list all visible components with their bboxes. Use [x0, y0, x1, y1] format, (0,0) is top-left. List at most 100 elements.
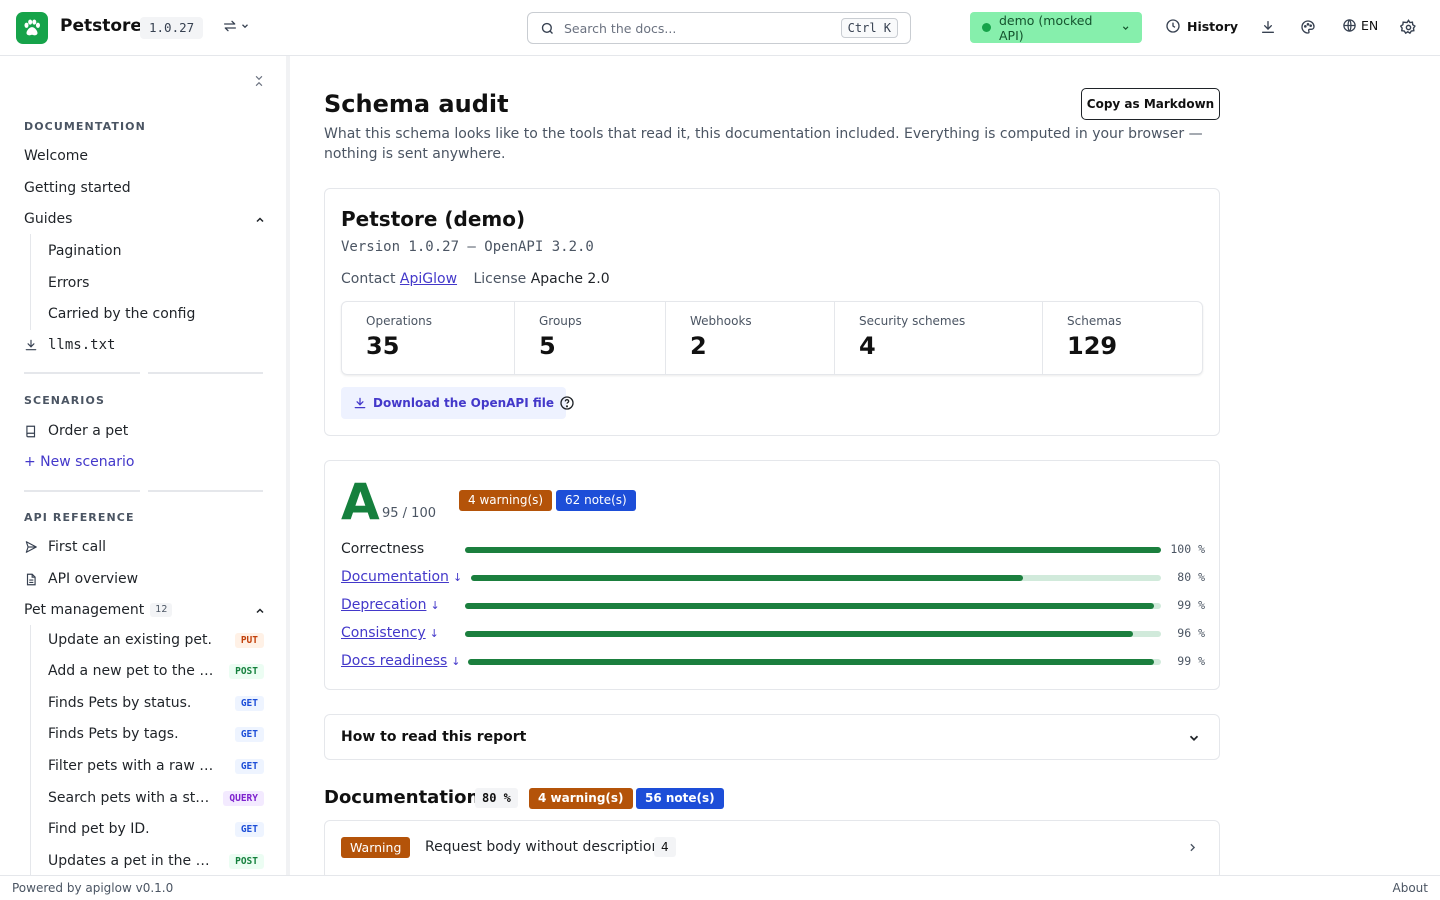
sidebar-item-welcome[interactable]: Welcome: [24, 148, 88, 164]
tree-line: [30, 234, 31, 330]
operation-name: Finds Pets by status.: [48, 695, 192, 711]
theme-button[interactable]: [1300, 19, 1316, 35]
download-icon: [354, 397, 366, 409]
download-button[interactable]: [1260, 19, 1276, 35]
send-icon: [25, 541, 37, 553]
contact-label: Contact: [341, 271, 396, 287]
section-percent: 80 %: [475, 788, 518, 808]
chevron-down-icon: [1122, 25, 1129, 30]
score-percent: 100 %: [1170, 542, 1205, 556]
score-bar-track: [465, 547, 1161, 553]
stat-webhooks: Webhooks 2: [666, 302, 835, 374]
stat-schemas: Schemas 129: [1043, 302, 1202, 374]
divider: [148, 490, 263, 492]
method-badge: POST: [229, 663, 264, 679]
arrow-down-icon: ↓: [429, 627, 439, 640]
brand-name[interactable]: Petstore: [60, 16, 142, 36]
search-shortcut: Ctrl K: [840, 18, 898, 38]
accordion-title: How to read this report: [341, 729, 527, 745]
download-icon: [1262, 21, 1274, 33]
copy-as-markdown-button[interactable]: Copy as Markdown: [1081, 88, 1220, 120]
help-button[interactable]: [559, 395, 575, 411]
search-input[interactable]: [564, 18, 854, 38]
issue-row[interactable]: Warning Request body without description…: [324, 820, 1220, 875]
score-bar-fill: [465, 631, 1134, 637]
globe-icon: [1343, 19, 1356, 32]
stat-security-schemes: Security schemes 4: [835, 302, 1043, 374]
method-badge: GET: [234, 821, 264, 837]
contact-link[interactable]: ApiGlow: [400, 271, 457, 287]
sidebar-item-carried-by-config[interactable]: Carried by the config: [48, 306, 195, 322]
stat-label: Webhooks: [690, 314, 752, 328]
collapse-sidebar-button[interactable]: [252, 73, 266, 89]
operation-name: Updates a pet in the st...: [48, 853, 214, 869]
method-badge: PUT: [234, 632, 264, 648]
operation-item[interactable]: Filter pets with a raw qu... GET: [48, 758, 264, 774]
sidebar-item-llms[interactable]: llms.txt: [24, 337, 115, 353]
language-selector[interactable]: EN: [1342, 18, 1378, 33]
environment-label: demo (mocked API): [999, 12, 1093, 43]
score-bar-track: [465, 631, 1161, 637]
document-icon: [26, 573, 36, 585]
score-bar-track: [471, 575, 1161, 581]
chevron-up-icon[interactable]: [254, 214, 266, 226]
operation-name: Update an existing pet.: [48, 632, 212, 648]
sidebar-item-getting-started[interactable]: Getting started: [24, 180, 131, 196]
swap-arrows-icon: [224, 20, 236, 32]
new-scenario-link[interactable]: + New scenario: [24, 454, 134, 470]
operation-item[interactable]: Find pet by ID. GET: [48, 821, 264, 837]
history-label: History: [1187, 18, 1239, 34]
operation-item[interactable]: Update an existing pet. PUT: [48, 632, 264, 648]
warnings-badge: 4 warning(s): [459, 490, 553, 511]
sidebar-item-pagination[interactable]: Pagination: [48, 243, 121, 259]
history-button[interactable]: History: [1165, 18, 1238, 34]
top-bar: Petstore 1.0.27 Ctrl K demo (mocked API)…: [0, 0, 1440, 56]
version-switch-button[interactable]: [222, 18, 250, 34]
section-warnings-badge: 4 warning(s): [529, 788, 633, 809]
book-icon: [26, 425, 36, 437]
contact-line: Contact ApiGlow License Apache 2.0: [341, 271, 610, 287]
operation-item[interactable]: Finds Pets by status. GET: [48, 695, 264, 711]
operation-name: Filter pets with a raw qu...: [48, 758, 214, 774]
operation-item[interactable]: Updates a pet in the st... POST: [48, 853, 264, 869]
stat-label: Security schemes: [859, 314, 966, 328]
sidebar-item-errors[interactable]: Errors: [48, 275, 89, 291]
method-badge: POST: [229, 853, 264, 869]
license-value: Apache 2.0: [530, 271, 610, 287]
operation-item[interactable]: Finds Pets by tags. GET: [48, 726, 264, 742]
version-badge[interactable]: 1.0.27: [140, 17, 204, 39]
llms-label: llms.txt: [48, 337, 116, 353]
settings-button[interactable]: [1400, 19, 1417, 36]
sidebar-group-pet-management[interactable]: Pet management 12: [24, 602, 173, 618]
sidebar-item-first-call[interactable]: First call: [24, 539, 106, 555]
page-title: Schema audit: [324, 90, 509, 118]
score-bar-fill: [465, 547, 1161, 553]
sidebar-item-order-a-pet[interactable]: Order a pet: [24, 423, 128, 439]
sidebar-item-api-overview[interactable]: API overview: [24, 571, 138, 587]
method-badge: GET: [234, 758, 264, 774]
first-call-label: First call: [48, 539, 106, 555]
download-openapi-button[interactable]: Download the OpenAPI file: [341, 387, 566, 419]
section-title-documentation: DOCUMENTATION: [24, 120, 146, 133]
search-box[interactable]: Ctrl K: [527, 12, 911, 44]
score-row-label[interactable]: Consistency ↓: [341, 625, 439, 641]
operation-item[interactable]: Search pets with a stru... QUERY: [48, 790, 264, 806]
score-row-text: Consistency: [341, 625, 426, 641]
environment-selector[interactable]: demo (mocked API): [970, 12, 1142, 43]
sidebar-item-guides[interactable]: Guides: [24, 211, 72, 227]
method-badge: QUERY: [223, 790, 264, 806]
how-to-read-accordion[interactable]: How to read this report: [324, 714, 1220, 760]
operation-item[interactable]: Add a new pet to the st... POST: [48, 663, 264, 679]
score-row-label[interactable]: Deprecation ↓: [341, 597, 440, 613]
score-bar-fill: [471, 575, 1023, 581]
score-row-label[interactable]: Documentation ↓: [341, 569, 462, 585]
about-link[interactable]: About: [1393, 881, 1428, 895]
stat-value: 35: [366, 332, 400, 360]
stat-operations: Operations 35: [342, 302, 515, 374]
chevron-up-icon[interactable]: [254, 605, 266, 617]
footer: Powered by apiglow v0.1.0 About: [0, 875, 1440, 900]
score-row-label[interactable]: Docs readiness ↓: [341, 653, 461, 669]
paw-logo-icon[interactable]: [16, 12, 48, 44]
api-overview-label: API overview: [48, 571, 139, 587]
status-dot-icon: [982, 23, 991, 32]
